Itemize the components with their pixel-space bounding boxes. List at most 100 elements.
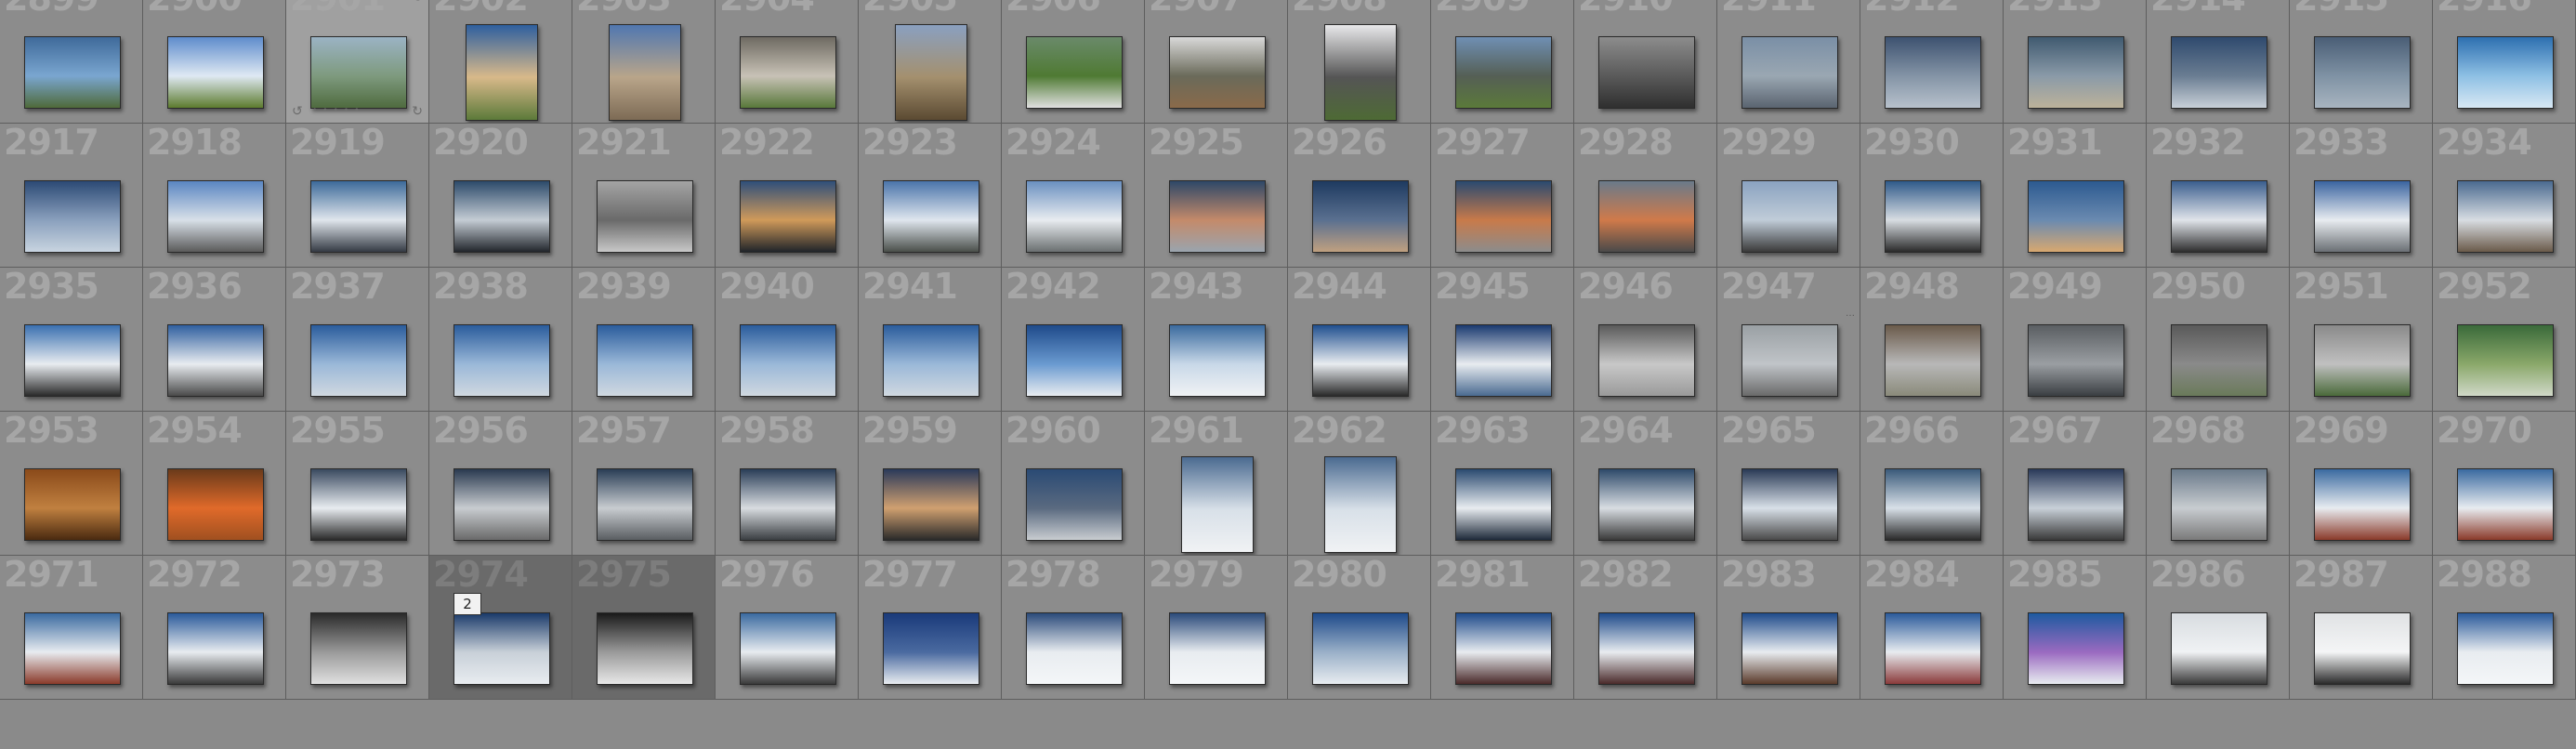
photo-thumbnail[interactable] bbox=[167, 36, 264, 109]
photo-cell[interactable]: 2963 bbox=[1431, 412, 1574, 556]
photo-cell[interactable]: 2912 bbox=[1860, 0, 2004, 124]
photo-thumbnail[interactable] bbox=[453, 468, 550, 541]
photo-thumbnail[interactable] bbox=[1741, 324, 1838, 397]
photo-cell[interactable]: 2976 bbox=[716, 556, 859, 700]
photo-cell[interactable]: 2945 bbox=[1431, 268, 1574, 412]
photo-thumbnail[interactable] bbox=[167, 180, 264, 253]
photo-thumbnail[interactable] bbox=[609, 24, 681, 121]
photo-cell[interactable]: 2931 bbox=[2004, 124, 2147, 268]
photo-cell[interactable]: 2947 bbox=[1717, 268, 1860, 412]
photo-thumbnail[interactable] bbox=[740, 36, 836, 109]
photo-thumbnail[interactable] bbox=[1169, 180, 1266, 253]
photo-cell[interactable]: 2959 bbox=[859, 412, 1002, 556]
photo-thumbnail[interactable] bbox=[2314, 324, 2411, 397]
photo-cell[interactable]: 2936 bbox=[143, 268, 286, 412]
photo-cell[interactable]: 2911 bbox=[1717, 0, 1860, 124]
photo-thumbnail[interactable] bbox=[2314, 468, 2411, 541]
photo-cell[interactable]: 2943 bbox=[1145, 268, 1288, 412]
photo-cell[interactable]: 2966 bbox=[1860, 412, 2004, 556]
photo-thumbnail[interactable] bbox=[1026, 468, 1123, 541]
photo-cell[interactable]: 2980 bbox=[1288, 556, 1431, 700]
photo-thumbnail[interactable] bbox=[310, 612, 407, 685]
photo-cell[interactable]: 2905 bbox=[859, 0, 1002, 124]
photo-cell[interactable]: 2904 bbox=[716, 0, 859, 124]
photo-thumbnail[interactable] bbox=[1598, 468, 1695, 541]
photo-thumbnail[interactable] bbox=[167, 612, 264, 685]
photo-thumbnail[interactable] bbox=[24, 36, 121, 109]
photo-cell[interactable]: 2965 bbox=[1717, 412, 1860, 556]
photo-cell[interactable]: 2900 bbox=[143, 0, 286, 124]
photo-cell[interactable]: 2937 bbox=[286, 268, 429, 412]
photo-cell[interactable]: 2914 bbox=[2147, 0, 2290, 124]
photo-thumbnail[interactable] bbox=[310, 468, 407, 541]
photo-thumbnail[interactable] bbox=[1181, 456, 1254, 553]
photo-thumbnail[interactable] bbox=[167, 324, 264, 397]
photo-cell[interactable]: 2983 bbox=[1717, 556, 1860, 700]
photo-cell[interactable]: 2985 bbox=[2004, 556, 2147, 700]
photo-cell[interactable]: 2934 bbox=[2433, 124, 2576, 268]
photo-cell[interactable]: 2961 bbox=[1145, 412, 1288, 556]
photo-cell[interactable]: 2957 bbox=[572, 412, 716, 556]
photo-cell[interactable]: 2981 bbox=[1431, 556, 1574, 700]
photo-cell[interactable]: 2913 bbox=[2004, 0, 2147, 124]
photo-thumbnail[interactable] bbox=[2028, 468, 2124, 541]
photo-cell[interactable]: 2967 bbox=[2004, 412, 2147, 556]
photo-thumbnail[interactable] bbox=[1312, 324, 1409, 397]
photo-cell[interactable]: 2920 bbox=[429, 124, 572, 268]
photo-cell[interactable]: 2964 bbox=[1574, 412, 1717, 556]
photo-thumbnail[interactable] bbox=[1885, 324, 1981, 397]
photo-cell[interactable]: 2916 bbox=[2433, 0, 2576, 124]
stack-count-badge[interactable]: 2 bbox=[453, 593, 481, 615]
photo-cell[interactable]: 2944 bbox=[1288, 268, 1431, 412]
photo-thumbnail[interactable] bbox=[1885, 612, 1981, 685]
photo-thumbnail[interactable] bbox=[740, 612, 836, 685]
photo-cell[interactable]: 2918 bbox=[143, 124, 286, 268]
photo-cell[interactable]: 2933 bbox=[2290, 124, 2433, 268]
photo-thumbnail[interactable] bbox=[453, 324, 550, 397]
photo-thumbnail[interactable] bbox=[1312, 612, 1409, 685]
photo-cell[interactable]: 2930 bbox=[1860, 124, 2004, 268]
photo-cell[interactable]: 2949 bbox=[2004, 268, 2147, 412]
photo-cell[interactable]: 2962 bbox=[1288, 412, 1431, 556]
photo-cell[interactable]: 2915 bbox=[2290, 0, 2433, 124]
photo-thumbnail[interactable] bbox=[1598, 180, 1695, 253]
photo-thumbnail[interactable] bbox=[1598, 324, 1695, 397]
photo-thumbnail[interactable] bbox=[1598, 612, 1695, 685]
photo-thumbnail[interactable] bbox=[466, 24, 538, 121]
photo-cell[interactable]: 2939 bbox=[572, 268, 716, 412]
photo-cell[interactable]: 2953 bbox=[0, 412, 143, 556]
photo-thumbnail[interactable] bbox=[2028, 612, 2124, 685]
photo-thumbnail[interactable] bbox=[453, 180, 550, 253]
photo-cell[interactable]: 2921 bbox=[572, 124, 716, 268]
photo-thumbnail[interactable] bbox=[2028, 324, 2124, 397]
photo-cell[interactable]: 2901 ↺ ↻ ••••• ○ bbox=[286, 0, 429, 124]
photo-thumbnail[interactable] bbox=[1169, 324, 1266, 397]
photo-thumbnail[interactable] bbox=[2171, 468, 2267, 541]
photo-cell[interactable]: 2970 bbox=[2433, 412, 2576, 556]
photo-cell[interactable]: 2952 bbox=[2433, 268, 2576, 412]
photo-cell[interactable]: 2902 bbox=[429, 0, 572, 124]
photo-cell[interactable]: 2932 bbox=[2147, 124, 2290, 268]
photo-thumbnail[interactable] bbox=[1026, 180, 1123, 253]
photo-thumbnail[interactable] bbox=[1455, 468, 1552, 541]
photo-cell[interactable]: 2903 bbox=[572, 0, 716, 124]
photo-thumbnail[interactable] bbox=[2314, 180, 2411, 253]
photo-thumbnail[interactable] bbox=[2457, 324, 2554, 397]
photo-thumbnail[interactable] bbox=[2314, 36, 2411, 109]
photo-thumbnail[interactable] bbox=[883, 612, 979, 685]
photo-thumbnail[interactable] bbox=[2314, 612, 2411, 685]
photo-cell[interactable]: 2975 bbox=[572, 556, 716, 700]
photo-thumbnail[interactable] bbox=[453, 612, 550, 685]
rotate-right-icon[interactable]: ↻ bbox=[412, 104, 423, 119]
photo-thumbnail[interactable] bbox=[1455, 324, 1552, 397]
photo-thumbnail[interactable] bbox=[2171, 612, 2267, 685]
photo-cell[interactable]: 2938 bbox=[429, 268, 572, 412]
photo-cell[interactable]: 2906 bbox=[1002, 0, 1145, 124]
photo-thumbnail[interactable] bbox=[167, 468, 264, 541]
photo-thumbnail[interactable] bbox=[740, 180, 836, 253]
photo-cell[interactable]: 2925 bbox=[1145, 124, 1288, 268]
photo-cell[interactable]: 2940 bbox=[716, 268, 859, 412]
photo-cell[interactable]: 2948 bbox=[1860, 268, 2004, 412]
photo-thumbnail[interactable] bbox=[597, 612, 693, 685]
photo-cell[interactable]: 2907 bbox=[1145, 0, 1288, 124]
